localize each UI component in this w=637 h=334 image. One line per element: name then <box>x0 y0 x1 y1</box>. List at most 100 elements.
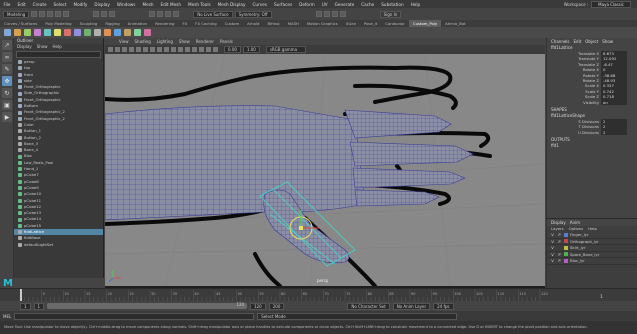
gamma-field[interactable]: 1.00 <box>242 46 260 53</box>
camera-icon[interactable] <box>108 47 113 52</box>
textured-icon[interactable] <box>178 47 183 52</box>
layer-playback-toggle[interactable]: P <box>557 258 562 263</box>
shelf-tab[interactable]: MASH <box>284 20 303 27</box>
menu-item[interactable]: Create <box>29 2 50 7</box>
bookmark-icon[interactable] <box>122 47 127 52</box>
shelf-tab[interactable]: FX <box>178 20 191 27</box>
channel-box-menu-item[interactable]: Edit <box>574 38 582 45</box>
shelf-tab[interactable]: Bifrost <box>263 20 283 27</box>
lasso-icon[interactable]: ∞ <box>2 52 12 62</box>
mel-label[interactable]: MEL <box>3 314 11 319</box>
range-end2-field[interactable]: 200 <box>268 302 285 310</box>
shelf-tool-icon[interactable] <box>144 29 151 36</box>
shelf-tab[interactable]: Conductor <box>381 20 409 27</box>
shelf-tool-icon[interactable] <box>104 29 111 36</box>
layer-playback-toggle[interactable]: P <box>557 252 562 257</box>
film-gate-icon[interactable] <box>143 47 148 52</box>
shelf-tool-icon[interactable] <box>94 29 101 36</box>
shelf-tab[interactable]: Pose_it <box>360 20 381 27</box>
ipr-render-icon[interactable] <box>323 11 330 17</box>
viewport-menu-item[interactable]: Lighting <box>157 38 173 45</box>
menu-item[interactable]: Help <box>407 2 424 7</box>
color-space-field[interactable]: sRGB gamma <box>265 46 306 53</box>
resolution-gate-icon[interactable] <box>150 47 155 52</box>
snap-view-icon[interactable] <box>173 11 180 17</box>
layer-tab[interactable]: Display <box>551 219 566 226</box>
image-plane-icon[interactable] <box>129 47 134 52</box>
channel-value[interactable]: 2 <box>601 129 627 136</box>
channel-box-menu-item[interactable]: Show <box>602 38 613 45</box>
shelf-tool-icon[interactable] <box>34 29 41 36</box>
viewport-menu-item[interactable]: Shading <box>135 38 151 45</box>
shelf-tab[interactable]: Poly Modeling <box>41 20 75 27</box>
menu-item[interactable]: Deform <box>296 2 319 7</box>
shelf-tool-icon[interactable] <box>64 29 71 36</box>
shelf-tool-icon[interactable] <box>14 29 21 36</box>
shelf-tab[interactable]: Motion Graphics <box>303 20 342 27</box>
select-component-icon[interactable] <box>109 11 116 17</box>
mode-selector[interactable]: Modeling <box>3 10 30 18</box>
last-tool-icon[interactable]: ▶ <box>2 112 12 122</box>
undo-icon[interactable] <box>55 11 62 17</box>
isolate-select-icon[interactable] <box>206 47 211 52</box>
layer-visibility-toggle[interactable]: V <box>550 239 555 244</box>
shelf-tab[interactable]: FX Caching <box>191 20 220 27</box>
new-scene-icon[interactable] <box>31 11 38 17</box>
layer-playback-toggle[interactable]: P <box>557 232 562 237</box>
symmetry-field[interactable]: Symmetry: Off <box>234 10 272 18</box>
channel-box-menu-item[interactable]: Channels <box>551 38 570 45</box>
wireframe-on-shaded-icon[interactable] <box>171 47 176 52</box>
outliner-menu-item[interactable]: Help <box>53 44 62 50</box>
snap-point-icon[interactable] <box>165 11 172 17</box>
select-object-icon[interactable] <box>101 11 108 17</box>
shelf-tab[interactable]: Animation <box>124 20 151 27</box>
viewport-menu-item[interactable]: Show <box>179 38 190 45</box>
layer-visibility-toggle[interactable]: V <box>550 258 555 263</box>
layer-color-swatch[interactable] <box>564 232 568 237</box>
shelf-tool-icon[interactable] <box>134 29 141 36</box>
snap-curve-icon[interactable] <box>157 11 164 17</box>
layer-color-swatch[interactable] <box>564 239 568 244</box>
shadows-icon[interactable] <box>192 47 197 52</box>
lights-icon[interactable] <box>185 47 190 52</box>
layer-menu-item[interactable]: Help <box>588 226 597 232</box>
shelf-tab[interactable]: Rigging <box>101 20 123 27</box>
paint-select-icon[interactable]: ✎ <box>2 64 12 74</box>
menu-item[interactable]: Mesh <box>139 2 157 7</box>
current-frame-field[interactable]: 1 <box>600 294 603 299</box>
layer-menu-item[interactable]: Options <box>569 226 584 232</box>
viewport-panel[interactable]: View Shading Lighting Show Renderer Panels 0.… <box>103 38 546 288</box>
range-end-field[interactable]: 120 <box>250 302 266 310</box>
time-slider[interactable]: 5 10 15 20 25 30 35 40 45 50 55 60 65 70 75 80 85 90 95 100… <box>0 288 637 302</box>
shelf-tab[interactable]: Sculpting <box>76 20 102 27</box>
outliner-row[interactable]: defaultLightSet <box>14 242 103 248</box>
range-start-field[interactable]: 1 <box>20 302 31 310</box>
render-icon[interactable] <box>315 11 322 17</box>
shelf-tool-icon[interactable] <box>124 29 131 36</box>
menu-item[interactable]: Curves <box>249 2 271 7</box>
menu-item[interactable]: Mesh Tools <box>185 2 215 7</box>
shelf-tab[interactable]: XGen <box>342 20 360 27</box>
layer-row[interactable]: V P Bloc_lyr <box>547 258 637 265</box>
layer-visibility-toggle[interactable]: V <box>550 252 555 257</box>
layer-visibility-toggle[interactable]: V <box>550 245 555 250</box>
menu-item[interactable]: File <box>0 2 14 7</box>
shelf-tool-icon[interactable] <box>54 29 61 36</box>
xray-icon[interactable] <box>213 47 218 52</box>
menu-item[interactable]: Generate <box>331 2 358 7</box>
live-surface-field[interactable]: No Live Surface <box>193 10 233 18</box>
shelf-tool-icon[interactable] <box>74 29 81 36</box>
render-settings-icon[interactable] <box>331 11 338 17</box>
menu-item[interactable]: Modify <box>70 2 91 7</box>
layer-playback-toggle[interactable]: P <box>557 239 562 244</box>
layer-color-swatch[interactable] <box>564 258 568 263</box>
outliner-menu-item[interactable]: Show <box>37 44 48 50</box>
character-set-field[interactable]: No Character Set <box>347 302 390 310</box>
channel-box-menu-item[interactable]: Object <box>585 38 598 45</box>
channel-value[interactable]: on <box>601 99 627 105</box>
range-inner-start-field[interactable]: 1 <box>33 302 45 310</box>
ambient-occlusion-icon[interactable] <box>199 47 204 52</box>
sign-in-button[interactable]: Sign In <box>379 10 402 18</box>
viewport-menu-item[interactable]: Renderer <box>196 38 214 45</box>
menu-item[interactable]: Mesh Display <box>214 2 249 7</box>
